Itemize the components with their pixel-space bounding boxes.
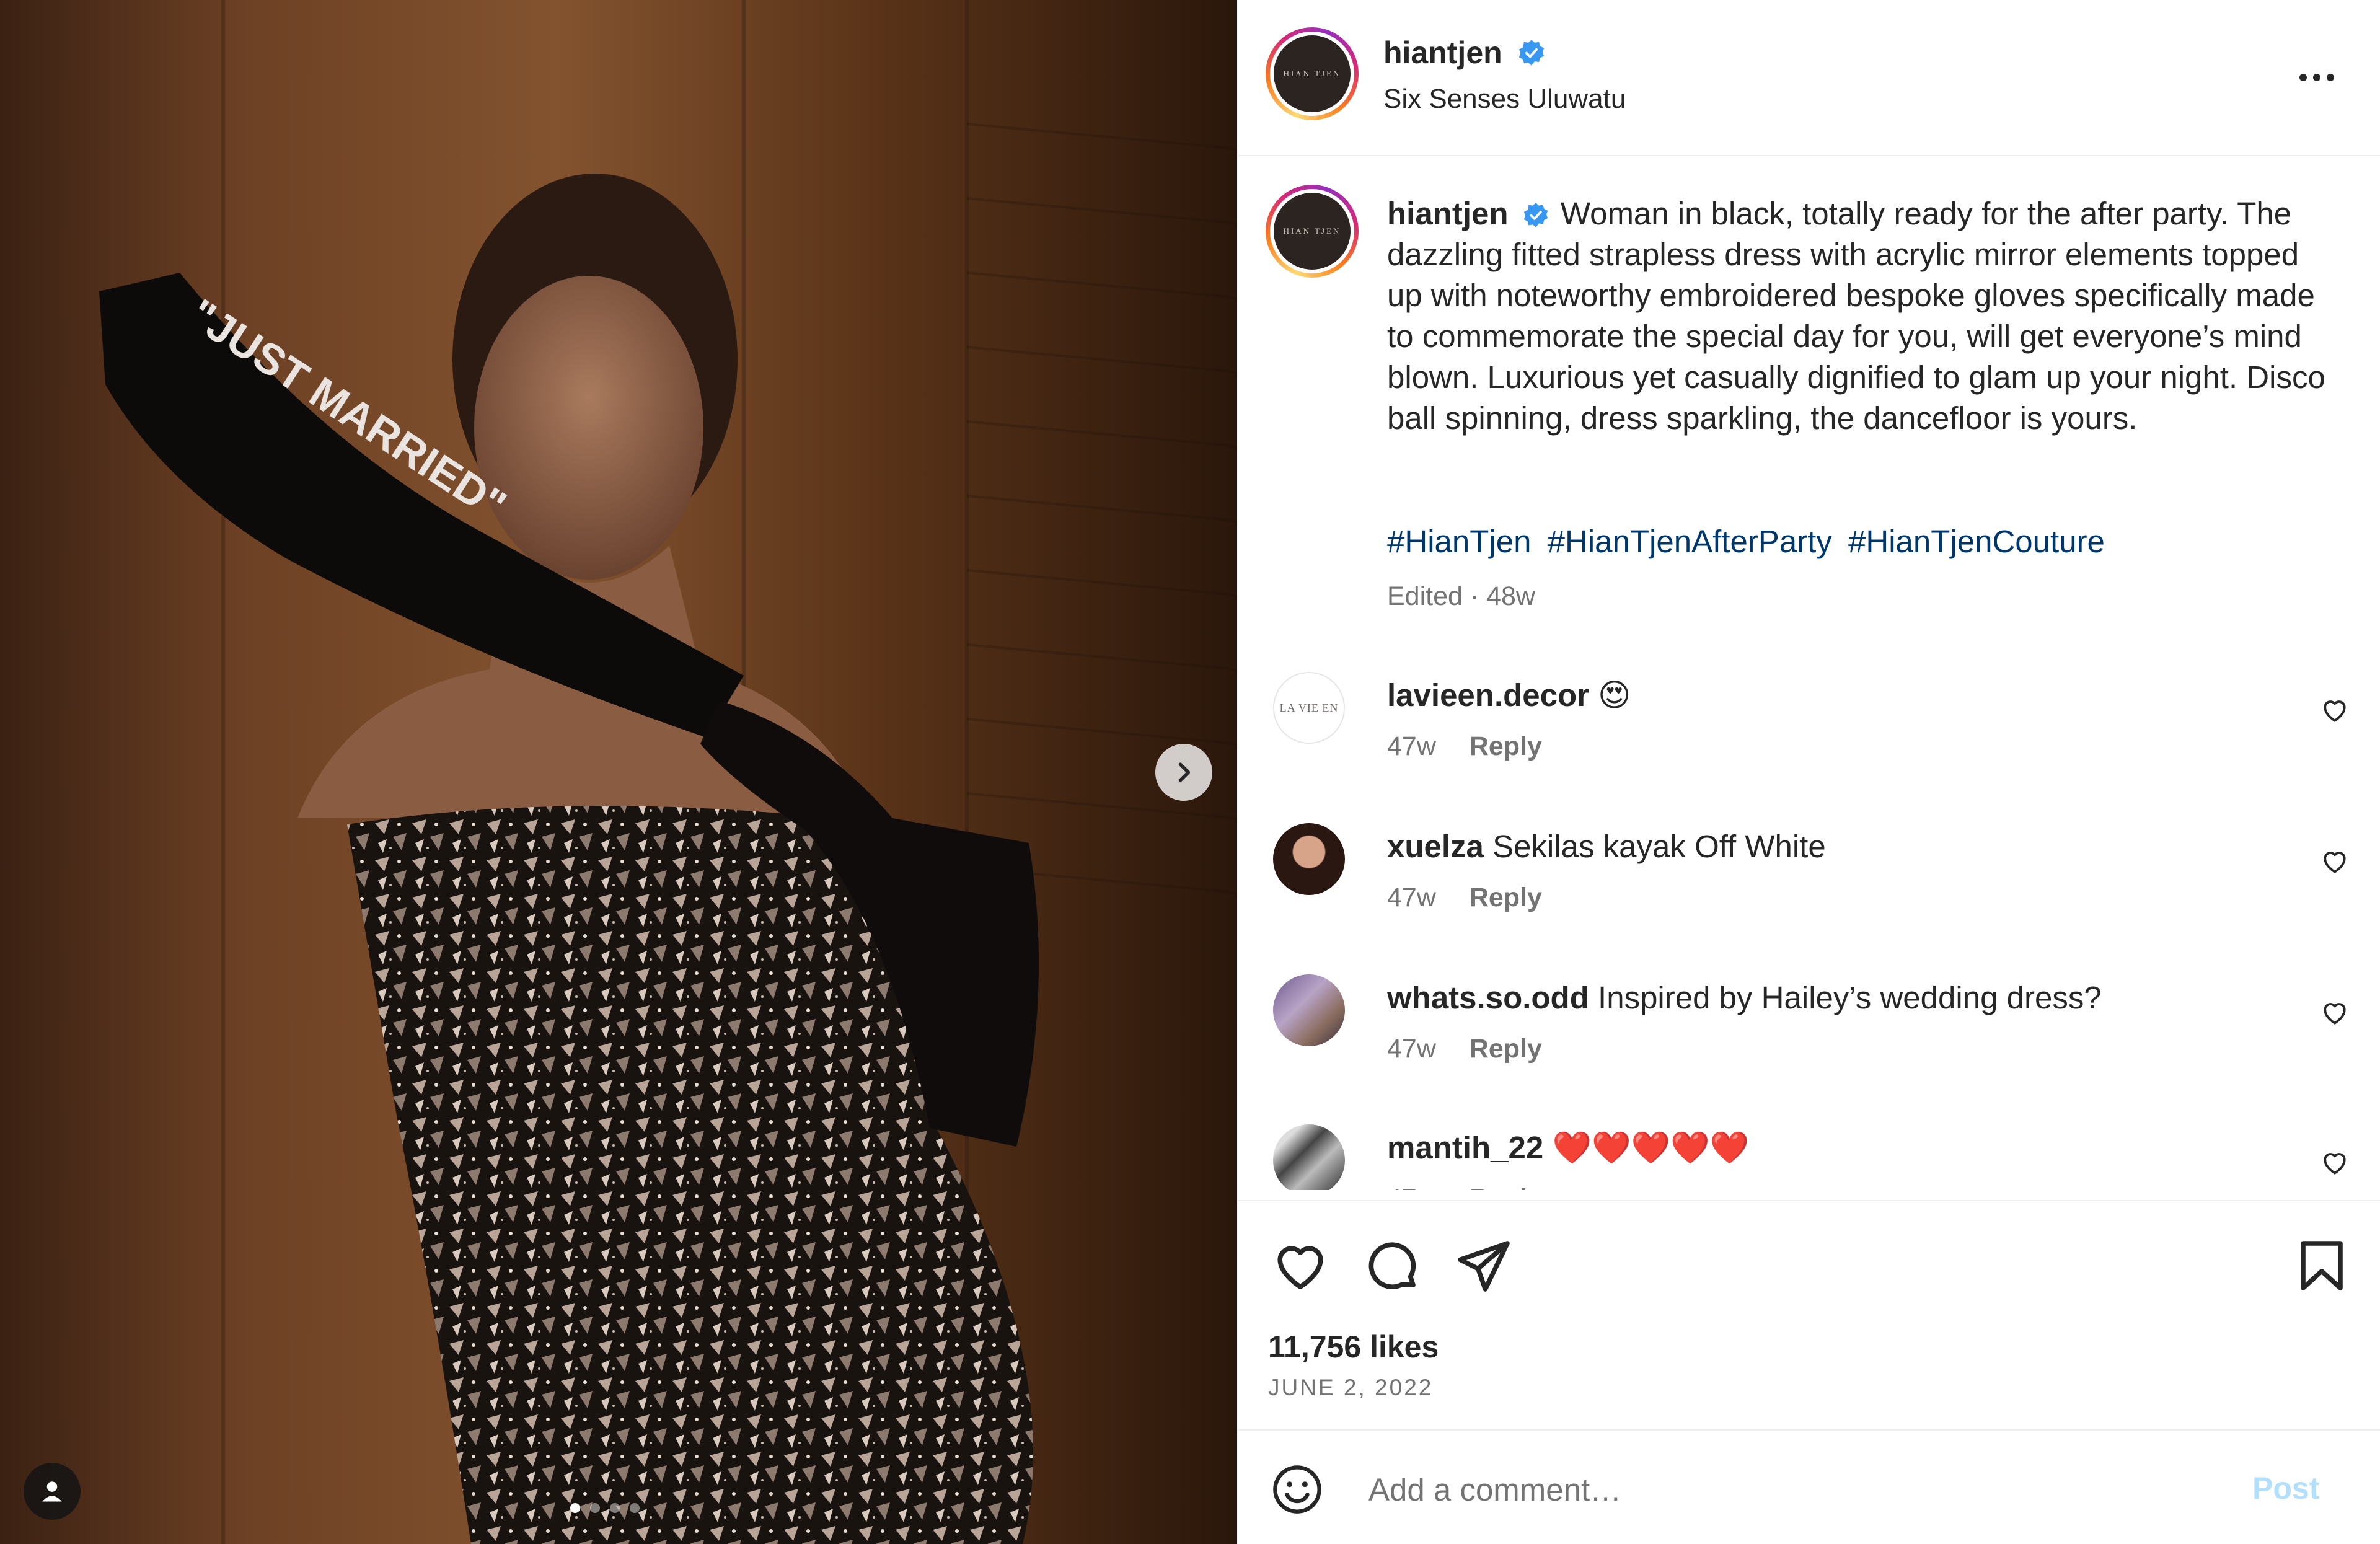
commenter-avatar[interactable] [1273,823,1345,895]
more-dot [2313,74,2320,81]
tagged-users-button[interactable] [24,1463,81,1520]
caption-text-block: hiantjen Woman in black, totally ready f… [1387,193,2329,439]
comment-text: xuelza Sekilas kayak Off White [1387,828,1826,865]
comment-item: xuelza Sekilas kayak Off White 47w Reply [1238,823,2380,947]
avatar-border: HIAN TJEN [1270,189,1354,273]
comment-like-heart-icon[interactable] [2319,997,2350,1028]
carousel-dot [590,1503,600,1513]
caption-edited-time: Edited · 48w [1387,581,1536,611]
comment-meta: 47w Reply [1387,1034,1542,1064]
comment-meta: 47w Reply [1387,883,1542,913]
carousel-dot [630,1503,640,1513]
caption-username[interactable]: hiantjen [1387,196,1509,231]
caption-author-avatar[interactable]: HIAN TJEN [1266,185,1359,278]
user-tag-icon [42,1481,62,1502]
author-avatar[interactable]: HIAN TJEN [1266,27,1359,120]
comment-username[interactable]: whats.so.odd [1387,980,1589,1015]
commenter-avatar[interactable]: LA VIE EN [1273,672,1345,744]
comment-item: LA VIE EN lavieen.decor 😍 47w Reply [1238,672,2380,796]
carousel-dot [570,1503,580,1513]
post-media[interactable]: "JUST MARRIED" [0,0,1237,1544]
reply-button[interactable]: Reply [1470,731,1542,761]
post-date: JUNE 2, 2022 [1268,1375,1434,1400]
heart-icon[interactable] [1271,1236,1330,1295]
comment-like-heart-icon[interactable] [2319,845,2350,876]
comment-username[interactable]: xuelza [1387,829,1484,864]
avatar-logo-text: HIAN TJEN [1274,193,1351,270]
more-options-button[interactable] [2292,62,2342,93]
comment-body: ❤️❤️❤️❤️❤️ [1552,1130,1749,1165]
comment-item: whats.so.odd Inspired by Hailey’s weddin… [1238,974,2380,1098]
comment-icon[interactable] [1362,1236,1422,1295]
comment-time: 47w [1387,1034,1436,1064]
comment-like-heart-icon[interactable] [2319,694,2350,725]
post-header: HIAN TJEN hiantjen Six Senses Uluwatu [1238,0,2380,156]
post-comment-button[interactable]: Post [2252,1470,2319,1506]
hashtag-link[interactable]: #HianTjenAfterParty [1548,524,1832,559]
verified-badge-icon [1518,40,1544,66]
comment-text: lavieen.decor 😍 [1387,677,1631,714]
comment-input[interactable] [1368,1463,2224,1516]
avatar-border: HIAN TJEN [1270,32,1354,116]
commenter-avatar[interactable] [1273,1124,1345,1190]
comment-body: Sekilas kayak Off White [1492,829,1826,864]
verified-badge-icon [1523,203,1548,227]
comment-item: mantih_22 ❤️❤️❤️❤️❤️ 47w Reply [1238,1124,2380,1190]
hashtag-link[interactable]: #HianTjenCouture [1848,524,2105,559]
carousel-dot [610,1503,620,1513]
post-photo: "JUST MARRIED" [0,0,1237,1544]
reply-button[interactable]: Reply [1470,1034,1542,1064]
author-username[interactable]: hiantjen [1383,35,1546,71]
bookmark-icon[interactable] [2292,1236,2351,1295]
reply-button[interactable]: Reply [1470,1184,1542,1190]
avatar-logo-text: LA VIE EN [1279,701,1339,714]
commenter-avatar[interactable] [1273,974,1345,1046]
comment-composer: Post [1238,1429,2380,1544]
comment-username[interactable]: lavieen.decor [1387,677,1589,713]
carousel-next-button[interactable] [1155,744,1212,801]
comments-list[interactable]: LA VIE EN lavieen.decor 😍 47w Reply xuel… [1238,663,2380,1190]
post-details-panel: HIAN TJEN hiantjen Six Senses Uluwatu HI… [1237,0,2380,1544]
comment-username[interactable]: mantih_22 [1387,1130,1543,1165]
hashtag-link[interactable]: #HianTjen [1387,524,1531,559]
comment-meta: 47w Reply [1387,731,1542,762]
comment-text: mantih_22 ❤️❤️❤️❤️❤️ [1387,1129,1749,1167]
reply-button[interactable]: Reply [1470,883,1542,912]
comment-body: Inspired by Hailey’s wedding dress? [1598,980,2102,1015]
more-horizontal-icon [2299,74,2307,81]
chevron-right-icon [1178,762,1191,782]
caption-body: Woman in black, totally ready for the af… [1387,196,2325,436]
post-actions: 11,756 likes JUNE 2, 2022 [1238,1200,2380,1429]
comment-time: 47w [1387,731,1436,761]
instagram-post-view: "JUST MARRIED" HIAN TJEN hiantjen Six Se… [0,0,2380,1544]
comment-time: 47w [1387,883,1436,912]
likes-count[interactable]: 11,756 likes [1268,1329,1439,1365]
avatar-logo-text: HIAN TJEN [1274,35,1351,112]
comment-text: whats.so.odd Inspired by Hailey’s weddin… [1387,979,2102,1016]
comment-body: 😍 [1598,677,1631,713]
more-dot [2327,74,2334,81]
comment-time: 47w [1387,1184,1436,1190]
carousel-indicator [570,1503,640,1513]
emoji-icon[interactable] [1269,1462,1325,1517]
author-username-text: hiantjen [1383,35,1502,70]
share-icon[interactable] [1454,1236,1514,1295]
comment-like-heart-icon[interactable] [2319,1147,2350,1178]
comment-meta: 47w Reply [1387,1184,1542,1190]
post-location[interactable]: Six Senses Uluwatu [1383,84,1626,115]
caption-hashtags: #HianTjen #HianTjenAfterParty #HianTjenC… [1387,523,2112,560]
